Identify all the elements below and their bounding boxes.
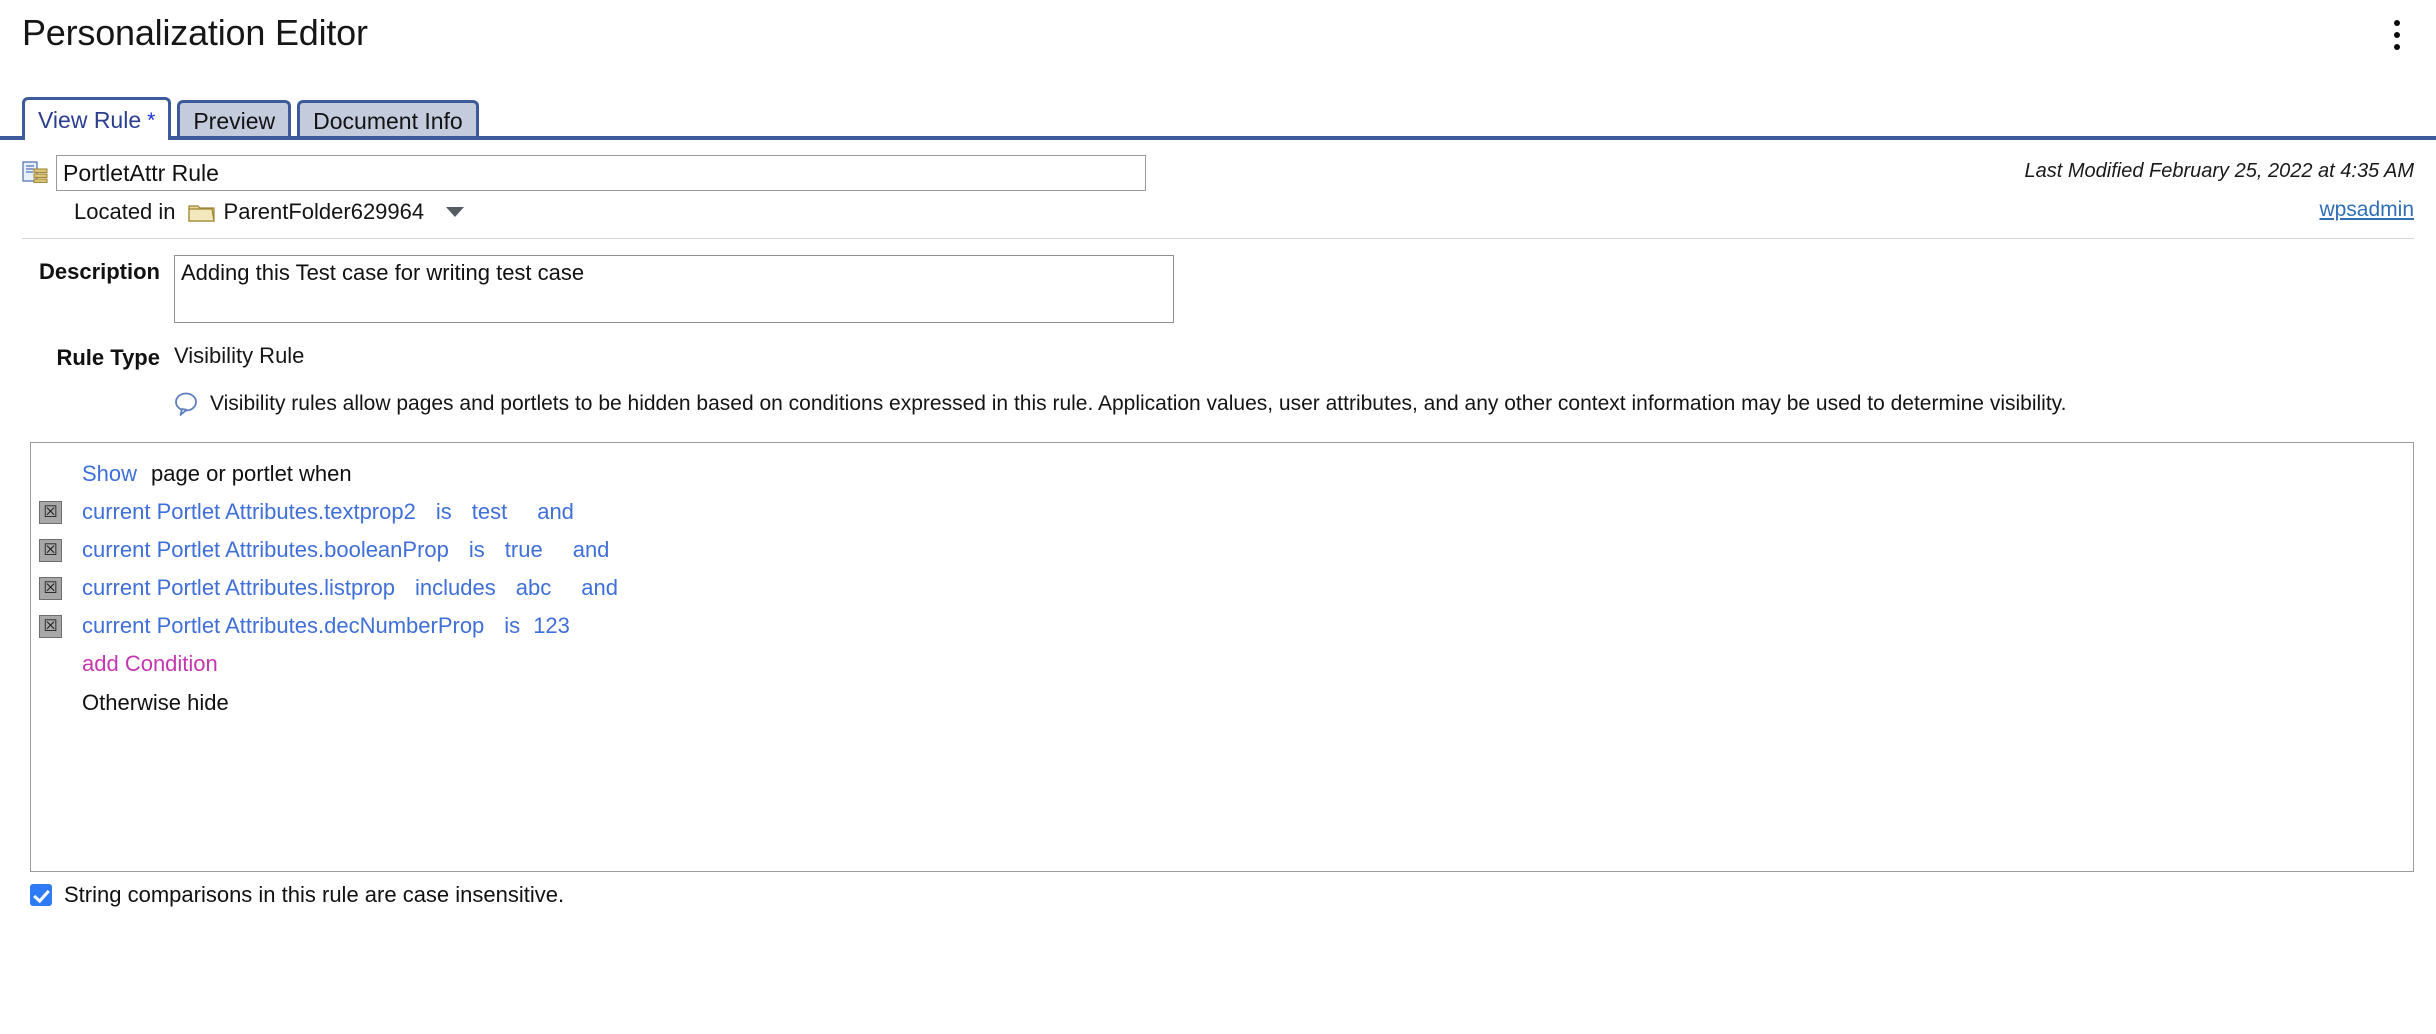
delete-condition-button[interactable]: ☒ [39,500,62,524]
kebab-dot [2394,32,2400,38]
rule-type-label: Rule Type [56,345,160,370]
description-textarea[interactable] [174,255,1174,323]
folder-icon [187,202,215,223]
condition-value[interactable]: 123 [533,613,570,639]
tab-view-rule-label: View Rule [38,106,142,133]
condition-attribute[interactable]: current Portlet Attributes.decNumberProp [82,613,484,639]
condition-row: ☒ current Portlet Attributes.decNumberPr… [31,607,2413,645]
app-header: Personalization Editor [0,0,2436,74]
tab-preview[interactable]: Preview [177,100,292,140]
tab-bar: View Rule * Preview Document Info [0,96,2436,144]
last-modified-text: Last Modified February 25, 2022 at 4:35 … [2024,160,2414,182]
condition-operator[interactable]: includes [415,575,496,601]
tab-document-info[interactable]: Document Info [297,100,479,140]
meta-divider [22,238,2414,239]
condition-attribute[interactable]: current Portlet Attributes.booleanProp [82,537,449,563]
located-in-label: Located in [74,199,176,224]
user-link[interactable]: wpsadmin [2319,198,2414,222]
rule-name-input[interactable] [56,155,1146,191]
case-insensitive-checkbox[interactable] [30,884,52,907]
case-insensitive-row: String comparisons in this rule are case… [0,872,2436,908]
rule-show-line: Show page or portlet when [31,455,2413,493]
condition-row: ☒ current Portlet Attributes.textprop2 i… [31,493,2413,531]
tab-underline [0,136,2436,140]
condition-attribute[interactable]: current Portlet Attributes.listprop [82,575,395,601]
condition-operator[interactable]: is [504,613,520,639]
rule-type-hint: Visibility rules allow pages and portlet… [0,371,2436,416]
chevron-down-icon[interactable] [446,207,465,217]
tab-document-info-label: Document Info [313,108,463,134]
show-suffix-text: page or portlet when [151,461,352,487]
callout-bubble-icon [174,392,200,416]
condition-operator[interactable]: is [469,537,485,563]
description-label: Description [38,259,160,284]
rule-title-row: Last Modified February 25, 2022 at 4:35 … [22,154,2414,192]
tab-preview-label: Preview [193,108,276,134]
condition-conjunction[interactable]: and [581,575,618,601]
delete-condition-button[interactable]: ☒ [39,538,62,562]
delete-condition-button[interactable]: ☒ [39,614,62,638]
condition-value[interactable]: abc [516,575,551,601]
folder-name: ParentFolder629964 [223,199,425,224]
personalization-editor-page: Personalization Editor View Rule * Previ… [0,0,2436,1034]
condition-row: ☒ current Portlet Attributes.listprop in… [31,569,2413,607]
page-title: Personalization Editor [22,12,368,53]
condition-value[interactable]: true [505,537,543,563]
show-action-link[interactable]: Show [82,461,137,487]
otherwise-hide-text[interactable]: Otherwise hide [31,683,2413,723]
rule-type-value: Visibility Rule [174,343,305,368]
description-row: Description [0,239,2436,323]
condition-attribute[interactable]: current Portlet Attributes.textprop2 [82,499,416,525]
rule-type-hint-text: Visibility rules allow pages and portlet… [210,392,2067,415]
condition-row: ☒ current Portlet Attributes.booleanProp… [31,531,2413,569]
condition-conjunction[interactable]: and [537,499,574,525]
delete-condition-button[interactable]: ☒ [39,576,62,600]
condition-value[interactable]: test [472,499,507,525]
rule-document-icon [22,161,48,185]
rule-meta-section: Last Modified February 25, 2022 at 4:35 … [0,154,2436,239]
add-condition-link[interactable]: add Condition [82,651,218,677]
rule-type-row: Rule Type Visibility Rule [0,323,2436,371]
tab-view-rule[interactable]: View Rule * [22,97,172,144]
kebab-dot [2394,20,2400,26]
located-in-row: Located in ParentFolder629964 wpsadmin [22,192,2414,232]
kebab-menu-icon[interactable] [2380,12,2414,58]
tab-modified-marker: * [147,108,156,132]
condition-operator[interactable]: is [436,499,452,525]
tab-strip: View Rule * Preview Document Info [22,96,2436,144]
condition-conjunction[interactable]: and [573,537,610,563]
case-insensitive-label: String comparisons in this rule are case… [64,882,565,908]
add-condition-row: add Condition [31,645,2413,683]
kebab-dot [2394,44,2400,50]
rule-builder-box: Show page or portlet when ☒ current Port… [30,442,2414,873]
